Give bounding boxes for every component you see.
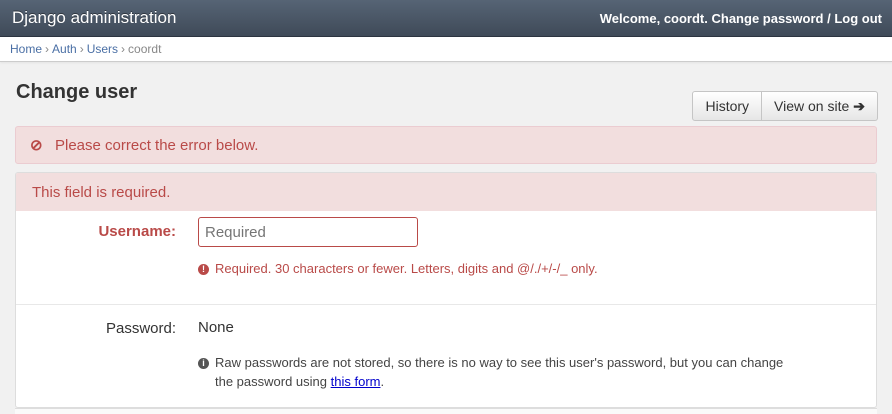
- view-on-site-button[interactable]: View on site ➔: [762, 91, 878, 121]
- user-form-fieldset: This field is required. Username: ! Requi…: [15, 172, 877, 408]
- change-password-form-link[interactable]: this form: [331, 374, 381, 389]
- field-error-row: This field is required.: [16, 173, 876, 211]
- breadcrumb-current: coordt: [128, 42, 162, 56]
- breadcrumb: Home › Auth › Users › coordt: [0, 37, 892, 62]
- user-tools: Welcome, coordt. Change password / Log o…: [599, 11, 882, 26]
- row-divider: [16, 304, 876, 305]
- error-note-text: Please correct the error below.: [55, 137, 259, 154]
- current-username: coordt: [663, 11, 705, 26]
- password-help-line2-prefix: the password using: [215, 374, 328, 389]
- password-label: Password:: [105, 320, 176, 337]
- breadcrumb-home[interactable]: Home: [10, 42, 42, 56]
- username-label: Username:: [98, 223, 176, 240]
- next-fieldset-edge: [15, 408, 877, 414]
- object-tools: History View on site ➔: [692, 91, 878, 121]
- exclamation-circle-icon: !: [198, 264, 209, 275]
- page-title: Change user: [16, 81, 138, 103]
- site-header: Django administration Welcome, coordt. C…: [0, 0, 892, 37]
- password-value: None: [198, 319, 234, 336]
- password-help-line1: Raw passwords are not stored, so there i…: [215, 355, 784, 370]
- breadcrumb-separator: ›: [45, 42, 50, 56]
- ban-circle-icon: ⊘: [30, 137, 43, 154]
- username-help-text: Required. 30 characters or fewer. Letter…: [215, 261, 598, 276]
- breadcrumb-separator: ›: [121, 42, 126, 56]
- username-help: ! Required. 30 characters or fewer. Lette…: [198, 259, 598, 278]
- breadcrumb-separator: ›: [79, 42, 84, 56]
- username-input[interactable]: [198, 217, 418, 247]
- breadcrumb-users[interactable]: Users: [87, 42, 118, 56]
- history-button-label: History: [705, 98, 750, 114]
- change-password-link[interactable]: Change password: [712, 11, 824, 26]
- password-help: i Raw passwords are not stored, so there …: [198, 353, 858, 391]
- arrow-right-icon: ➔: [853, 98, 865, 114]
- user-tools-separator: /: [827, 11, 831, 26]
- info-circle-icon: i: [198, 358, 209, 369]
- field-error-text: This field is required.: [32, 184, 171, 201]
- history-button[interactable]: History: [692, 91, 763, 121]
- error-note: ⊘ Please correct the error below.: [15, 126, 877, 164]
- breadcrumb-auth[interactable]: Auth: [52, 42, 77, 56]
- logout-link[interactable]: Log out: [834, 11, 882, 26]
- welcome-text: Welcome,: [599, 11, 661, 26]
- password-help-line2-suffix: .: [380, 374, 385, 389]
- site-title[interactable]: Django administration: [12, 8, 176, 28]
- view-on-site-label: View on site: [774, 98, 850, 114]
